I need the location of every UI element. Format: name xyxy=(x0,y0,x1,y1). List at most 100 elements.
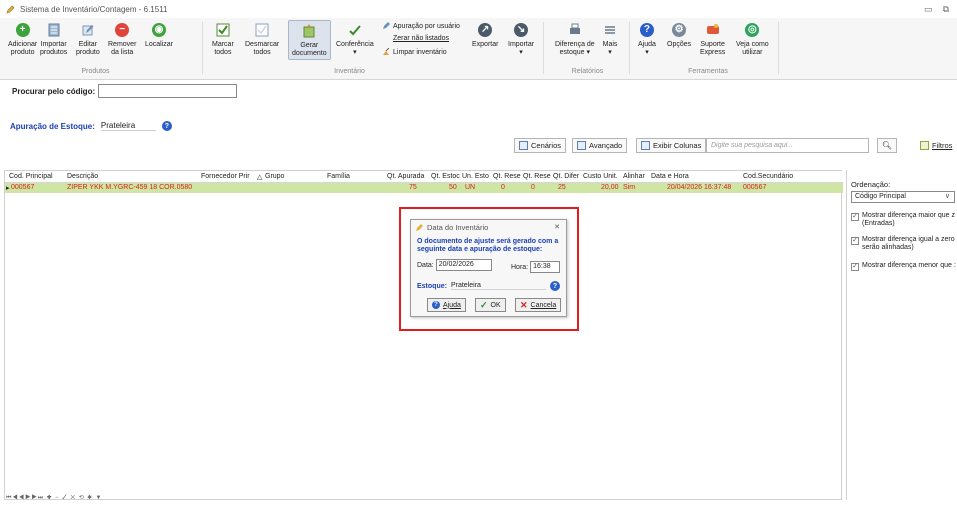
magnifier-icon: 🔍︎ xyxy=(881,141,893,150)
grid-search-input[interactable]: Digite sua pesquisa aqui... xyxy=(706,138,869,153)
cancel-button[interactable]: ✕ Cancela xyxy=(515,298,562,312)
date-field[interactable]: 20/02/2026 xyxy=(435,259,492,271)
options-button[interactable]: ⚙ Opções xyxy=(667,22,691,49)
column-header[interactable]: Família xyxy=(327,173,350,180)
hora-label: Hora: xyxy=(511,263,529,271)
ordenacao-select[interactable]: Código Principal ∨ xyxy=(851,191,955,203)
column-header[interactable]: Custo Unit. xyxy=(583,173,618,180)
help-dialog-button[interactable]: ? Ajuda xyxy=(427,298,466,312)
data-label: Data: xyxy=(417,261,434,269)
how-to-use-button[interactable]: ◎ Veja como utilizar xyxy=(736,22,769,57)
export-icon: ↗ xyxy=(478,23,493,37)
stock-difference-button[interactable]: Diferença de estoque ▾ xyxy=(555,22,595,57)
column-header[interactable]: Grupo xyxy=(265,173,284,180)
columns-icon xyxy=(641,141,650,150)
edit-icon xyxy=(82,25,94,36)
apuracao-label: Apuração de Estoque: xyxy=(10,121,95,131)
edit-product-button[interactable]: Editar produto xyxy=(76,22,100,57)
grid-icon xyxy=(577,141,586,150)
express-support-button[interactable]: Suporte Express xyxy=(700,22,725,57)
exibir-colunas-button[interactable]: Exibir Colunas xyxy=(636,138,707,153)
time-field[interactable]: 16:38 xyxy=(530,261,561,273)
checkbox-checked-icon[interactable]: ✓ xyxy=(851,213,859,221)
zerar-nao-listados-button[interactable]: Zerar não listados xyxy=(382,35,449,42)
import-products-button[interactable]: Importar produtos xyxy=(40,22,67,57)
restore-icon[interactable]: ⧉ xyxy=(943,4,949,15)
minimize-icon[interactable]: ▭ xyxy=(924,4,933,15)
ribbon-toolbar: + Adicionar produto Importar produtos Ed… xyxy=(0,18,957,80)
window-icon xyxy=(519,141,528,150)
checkbox-checked-icon[interactable]: ✓ xyxy=(851,237,859,245)
printer-icon xyxy=(569,23,580,34)
group-label-produtos: Produtos xyxy=(81,68,110,75)
conference-button[interactable]: Conferência ▾ xyxy=(336,22,374,57)
limpar-inventario-button[interactable]: Limpar inventário xyxy=(382,48,447,56)
help-circle-icon[interactable]: ? xyxy=(161,121,172,131)
apuracao-por-usuario-button[interactable]: Apuração por usuário xyxy=(382,22,460,30)
help-button[interactable]: ? Ajuda ▾ xyxy=(638,22,656,57)
search-button[interactable]: 🔍︎ xyxy=(877,138,897,153)
inventory-date-dialog: Data do Inventário ✕ O documento de ajus… xyxy=(410,219,567,317)
grid-navigator[interactable]: ⏮◀◀▶▶⏭ ✚ − ✓ ✕ ⟲ ✱ ▼ xyxy=(6,494,102,502)
import-list-icon xyxy=(48,23,60,37)
column-header[interactable]: Cod.Secundário xyxy=(743,173,793,180)
import-button[interactable]: ↘ Importar ▾ xyxy=(508,22,534,57)
search-icon: ◉ xyxy=(152,23,166,37)
checkmark-icon xyxy=(349,25,361,36)
column-header[interactable]: Qt. Estoc xyxy=(431,173,460,180)
ok-button[interactable]: ✓ OK xyxy=(475,298,506,312)
table-row[interactable]: ▸ 000567 ZIPER YKK M.YGRC-459 18 COR.058… xyxy=(5,183,843,193)
code-search-input[interactable] xyxy=(98,84,238,98)
dialog-title: Data do Inventário xyxy=(427,223,489,232)
close-icon[interactable]: ✕ xyxy=(554,223,560,231)
window-title: Sistema de Inventário/Contagem - 6.1511 xyxy=(20,4,168,14)
group-label-inventario: Inventário xyxy=(334,68,365,75)
estoque-label: Estoque: xyxy=(417,282,447,290)
column-header[interactable]: Data e Hora xyxy=(651,173,689,180)
help-circle-icon[interactable]: ? xyxy=(549,281,560,291)
column-header[interactable]: Qt. Rese xyxy=(493,173,521,180)
broom-icon xyxy=(383,48,390,55)
app-pencil-icon xyxy=(6,5,15,14)
check-diferenca-igual[interactable]: ✓ Mostrar diferença igual a zero serão al… xyxy=(851,236,955,252)
help-icon: ? xyxy=(432,301,440,309)
import-icon: ↘ xyxy=(514,23,529,37)
code-search-label: Procurar pelo código: xyxy=(12,86,96,96)
column-header[interactable]: Un. Esto xyxy=(462,173,489,180)
checkbox-checked-icon xyxy=(216,23,230,37)
column-header[interactable]: Qt. Apurada xyxy=(387,173,424,180)
check-diferenca-menor[interactable]: ✓ Mostrar diferença menor que : xyxy=(851,262,956,271)
plus-icon: + xyxy=(15,23,30,37)
options-panel: Ordenação: Código Principal ∨ ✓ Mostrar … xyxy=(846,170,957,500)
minus-icon: − xyxy=(115,23,130,37)
checkbox-checked-icon[interactable]: ✓ xyxy=(851,263,859,271)
more-reports-button[interactable]: Mais ▾ xyxy=(602,22,618,57)
mark-all-button[interactable]: Marcar todos xyxy=(212,22,234,57)
estoque-value[interactable]: Prateleira xyxy=(450,282,546,290)
generate-document-icon xyxy=(303,24,315,38)
locate-button[interactable]: ◉ Localizar xyxy=(145,22,173,49)
column-header[interactable]: Fornecedor Prir xyxy=(201,173,250,180)
check-diferenca-maior[interactable]: ✓ Mostrar diferença maior que z (Entradas… xyxy=(851,212,955,228)
column-header[interactable]: Alinhar xyxy=(623,173,645,180)
apuracao-value[interactable]: Prateleira xyxy=(100,121,156,131)
column-header[interactable]: Qt. Difer xyxy=(553,173,579,180)
unmark-all-button[interactable]: Desmarcar todos xyxy=(245,22,279,57)
pencil-icon xyxy=(416,223,423,231)
row-pointer-icon: ▸ xyxy=(6,185,10,192)
column-header[interactable]: Descrição xyxy=(67,173,98,180)
group-label-ferramentas: Ferramentas xyxy=(688,68,728,75)
close-red-icon: ✕ xyxy=(520,299,528,310)
export-button[interactable]: ↗ Exportar xyxy=(472,22,498,49)
list-icon xyxy=(605,26,615,34)
remove-from-list-button[interactable]: − Remover da lista xyxy=(108,22,136,57)
filtros-button[interactable]: Filtros xyxy=(915,138,957,153)
add-product-button[interactable]: + Adicionar produto xyxy=(8,22,37,57)
ordenacao-label: Ordenação: xyxy=(851,180,891,189)
generate-document-button[interactable]: Gerar documento xyxy=(288,20,331,60)
column-header[interactable]: Qt. Rese xyxy=(523,173,551,180)
cenarios-button[interactable]: Cenários xyxy=(514,138,567,153)
column-header[interactable]: Cod. Principal xyxy=(9,173,53,180)
avancado-button[interactable]: Avançado xyxy=(572,138,628,153)
edit-small-icon xyxy=(383,22,390,29)
